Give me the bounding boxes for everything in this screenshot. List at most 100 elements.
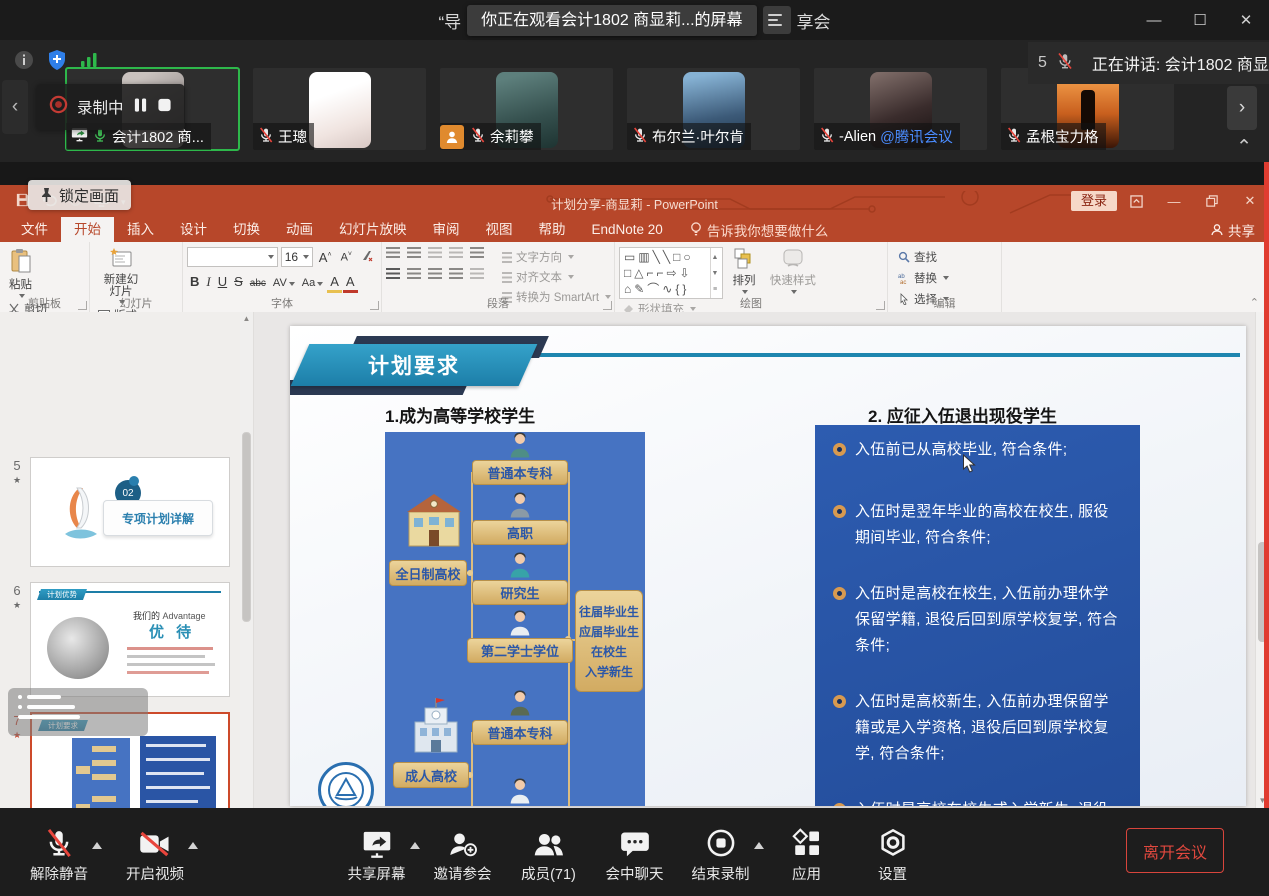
floating-list-widget[interactable] xyxy=(8,688,148,736)
collapse-videos-icon[interactable]: ⌃ xyxy=(1236,136,1252,159)
numbering-icon[interactable] xyxy=(407,247,421,258)
change-case-button[interactable]: Aa xyxy=(299,276,326,290)
paragraph-group: 文字方向 对齐文本 转换为 SmartArt 段落 xyxy=(382,242,615,312)
participant-tile[interactable]: 王璁 xyxy=(253,68,426,150)
ppt-tab[interactable]: 文件 xyxy=(8,217,61,242)
ppt-share-button[interactable]: 共享 xyxy=(1211,217,1255,242)
maximize-button[interactable]: ☐ xyxy=(1177,0,1223,40)
ppt-titlebar: ▾ 计划分享-商显莉 - PowerPoint 登录 — ✕ xyxy=(0,185,1269,217)
ppt-tab[interactable]: 切换 xyxy=(220,217,273,242)
align-center-icon[interactable] xyxy=(407,268,421,279)
decrease-indent-icon[interactable] xyxy=(428,247,442,258)
highlight-color-button[interactable]: A xyxy=(327,273,342,293)
find-button[interactable]: 查找 xyxy=(898,249,949,265)
caret-up-icon[interactable] xyxy=(410,842,420,849)
shadow-button[interactable]: abc xyxy=(247,277,269,290)
caret-up-icon[interactable] xyxy=(188,842,198,849)
grow-font-icon[interactable]: A˄ xyxy=(316,249,335,266)
flow-node: 普通本专科 xyxy=(472,460,568,485)
muted-mic-icon xyxy=(819,127,835,147)
italic-button[interactable]: I xyxy=(203,273,213,291)
participant-tile[interactable]: -Alien@腾讯会议 xyxy=(814,68,987,150)
toolbar-chat-button[interactable]: 会中聊天 xyxy=(600,824,670,884)
security-shield-icon[interactable] xyxy=(48,50,66,75)
ppt-tab[interactable]: 视图 xyxy=(473,217,526,242)
participant-tile[interactable]: 布尔兰·叶尔肯 xyxy=(627,68,800,150)
scroll-left-icon[interactable]: ‹ xyxy=(2,80,28,134)
font-color-button[interactable]: A xyxy=(343,273,358,293)
thumb-line xyxy=(127,663,215,666)
gallery-scroll[interactable]: ▲▼≡ xyxy=(710,248,722,298)
dialog-launcher-icon[interactable] xyxy=(603,301,612,310)
ppt-restore-icon[interactable] xyxy=(1193,185,1231,217)
strikethrough-button[interactable]: S xyxy=(231,273,246,290)
tell-me-box[interactable]: 告诉我你想要做什么 xyxy=(690,217,829,242)
bullets-icon[interactable] xyxy=(386,247,400,258)
toolbar-settings-button[interactable]: 设置 xyxy=(858,824,928,884)
shrink-font-icon[interactable]: A˅ xyxy=(338,250,355,265)
align-left-icon[interactable] xyxy=(386,268,400,279)
close-button[interactable]: ✕ xyxy=(1223,0,1269,40)
lock-view-button[interactable]: 锁定画面 xyxy=(28,180,131,210)
scroll-right-icon[interactable]: › xyxy=(1227,86,1257,130)
bold-button[interactable]: B xyxy=(187,273,202,290)
justify-icon[interactable] xyxy=(449,268,463,279)
clear-format-icon[interactable] xyxy=(358,249,377,266)
toolbar-apps-button[interactable]: 应用 xyxy=(772,824,842,884)
ppt-minimize-icon[interactable]: — xyxy=(1155,185,1193,217)
caret-up-icon[interactable] xyxy=(754,842,764,849)
participant-tile[interactable]: 余莉攀 xyxy=(440,68,613,150)
dialog-launcher-icon[interactable] xyxy=(78,301,87,310)
new-slide-icon xyxy=(109,248,133,272)
increase-indent-icon[interactable] xyxy=(449,247,463,258)
dialog-launcher-icon[interactable] xyxy=(370,301,379,310)
pin-icon xyxy=(40,187,53,203)
ppt-tab[interactable]: 设计 xyxy=(167,217,220,242)
toolbar-invite-button[interactable]: 邀请参会 xyxy=(428,824,498,884)
ppt-tab[interactable]: EndNote 20 xyxy=(579,217,676,242)
line-spacing-icon[interactable] xyxy=(470,247,484,258)
ppt-content: 5★ 02 专项计划详解 6★ 计划优势 我们的 Advantage 优 待 xyxy=(0,312,1269,808)
replace-button[interactable]: abac替换 xyxy=(898,270,949,286)
columns-icon[interactable] xyxy=(470,268,484,279)
person-clipart xyxy=(505,430,535,460)
ppt-tab[interactable]: 插入 xyxy=(114,217,167,242)
align-right-icon[interactable] xyxy=(428,268,442,279)
quick-styles-button[interactable]: 快速样式 xyxy=(765,247,821,295)
ppt-tab[interactable]: 开始 xyxy=(61,217,114,242)
slide-thumbnail[interactable]: 02 专项计划详解 xyxy=(30,457,230,567)
leave-meeting-button[interactable]: 离开会议 xyxy=(1126,828,1224,873)
underline-button[interactable]: U xyxy=(215,273,230,290)
arrange-button[interactable]: 排列 xyxy=(727,247,760,295)
panel-scrollbar[interactable]: ▲ xyxy=(240,312,254,808)
align-text-button[interactable]: 对齐文本 xyxy=(502,269,611,285)
toolbar-share-screen-button[interactable]: 共享屏幕 xyxy=(342,824,412,884)
stop-recording-icon[interactable] xyxy=(157,97,172,118)
ppt-tab[interactable]: 幻灯片放映 xyxy=(326,217,420,242)
toolbar-members-button[interactable]: 成员(71) xyxy=(514,824,584,884)
font-name-combobox[interactable] xyxy=(187,247,278,267)
ppt-tab[interactable]: 帮助 xyxy=(526,217,579,242)
info-icon[interactable] xyxy=(14,50,34,75)
toolbar-camera-off-button[interactable]: 开启视频 xyxy=(120,824,190,884)
dialog-launcher-icon[interactable] xyxy=(876,301,885,310)
ppt-tab[interactable]: 审阅 xyxy=(420,217,473,242)
slide-thumbnail[interactable]: 计划优势 我们的 Advantage 优 待 xyxy=(30,582,230,697)
caret-up-icon[interactable] xyxy=(92,842,102,849)
toolbar-record-stop-button[interactable]: 结束录制 xyxy=(686,824,756,884)
toolbar-mic-off-button[interactable]: 解除静音 xyxy=(24,824,94,884)
font-size-combobox[interactable]: 16 xyxy=(281,247,313,267)
text-direction-button[interactable]: 文字方向 xyxy=(502,249,611,265)
shapes-gallery[interactable]: ▭▥╲╲□○□△⌐⌐⇨⇩⌂✎⌒∿{} ▲▼≡ xyxy=(619,247,723,299)
ppt-tab[interactable]: 动画 xyxy=(273,217,326,242)
minimize-button[interactable]: — xyxy=(1131,0,1177,40)
sign-in-button[interactable]: 登录 xyxy=(1071,191,1117,211)
layout-switch-icon[interactable] xyxy=(763,6,791,34)
collapse-ribbon-icon[interactable]: ⌃ xyxy=(1250,296,1259,309)
character-spacing-button[interactable]: AV xyxy=(270,276,298,290)
paste-button[interactable]: 粘贴 xyxy=(4,247,37,299)
muted-mic-icon xyxy=(470,127,486,147)
slide[interactable]: 计划要求 1.成为高等学校学生 2. 应征入伍退出现役学生 普通本专科高职研究生… xyxy=(290,326,1246,806)
ribbon-display-options-icon[interactable] xyxy=(1117,185,1155,217)
pause-recording-icon[interactable] xyxy=(133,97,148,118)
